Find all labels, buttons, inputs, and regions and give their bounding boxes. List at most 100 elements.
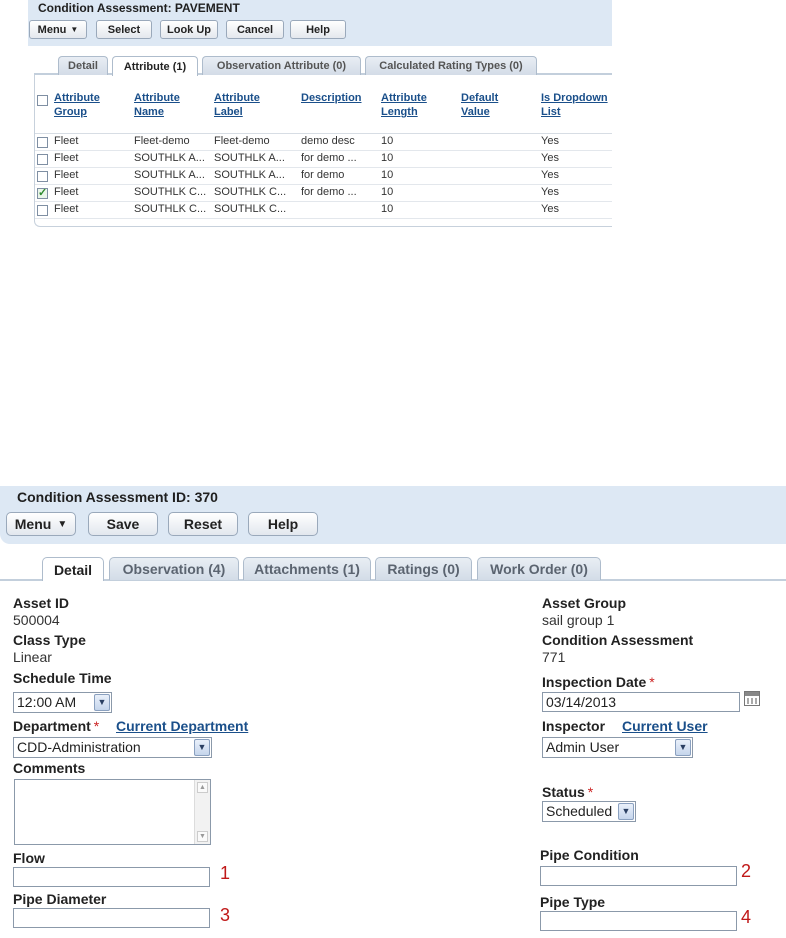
column-header-description[interactable]: Description: [301, 91, 362, 105]
schedule-time-select[interactable]: 12:00 AM ▼: [13, 692, 112, 713]
table-row[interactable]: Fleet Fleet-demo Fleet-demo demo desc 10…: [35, 134, 612, 151]
tab-attachments[interactable]: Attachments (1): [243, 557, 371, 580]
required-marker: *: [649, 674, 655, 690]
cell-name: SOUTHLK A...: [134, 152, 205, 164]
column-header-line: Description: [301, 92, 362, 104]
column-header-attribute-label[interactable]: Attribute Label: [214, 91, 260, 119]
tab-calculated-rating-types[interactable]: Calculated Rating Types (0): [365, 56, 537, 75]
column-header-default-value[interactable]: Default Value: [461, 91, 498, 119]
table-row[interactable]: Fleet SOUTHLK C... SOUTHLK C... 10 Yes: [35, 202, 612, 219]
tab-attribute[interactable]: Attribute (1): [112, 56, 198, 76]
tab-observation-attribute[interactable]: Observation Attribute (0): [202, 56, 361, 75]
inspection-date-input[interactable]: 03/14/2013: [542, 692, 740, 712]
cell-group: Fleet: [54, 135, 79, 147]
marker-1: 1: [220, 863, 231, 883]
department-value: CDD-Administration: [17, 739, 141, 755]
cell-name: SOUTHLK C...: [134, 203, 207, 215]
chevron-down-icon[interactable]: ▼: [194, 739, 210, 756]
table-row[interactable]: Fleet SOUTHLK A... SOUTHLK A... for demo…: [35, 151, 612, 168]
chevron-down-icon[interactable]: ▼: [675, 739, 691, 756]
column-header-attribute-length[interactable]: Attribute Length: [381, 91, 427, 119]
cancel-button[interactable]: Cancel: [226, 20, 284, 39]
inspector-value: Admin User: [546, 739, 620, 755]
select-all-checkbox[interactable]: [37, 95, 48, 106]
cell-name: Fleet-demo: [134, 135, 190, 147]
current-user-link[interactable]: Current User: [622, 718, 708, 734]
marker-3: 3: [220, 905, 231, 925]
cell-length: 10: [381, 152, 394, 164]
column-header-attribute-name[interactable]: Attribute Name: [134, 91, 180, 119]
required-marker: *: [93, 718, 100, 734]
save-button[interactable]: Save: [88, 512, 158, 536]
column-header-line: Length: [381, 106, 418, 118]
cell-dropdown: Yes: [541, 203, 559, 215]
column-header-line: Value: [461, 106, 490, 118]
column-header-attribute-group[interactable]: Attribute Group: [54, 91, 100, 119]
cell-description: for demo ...: [301, 186, 357, 198]
status-select[interactable]: Scheduled ▼: [542, 801, 636, 822]
chevron-down-icon[interactable]: ▼: [618, 803, 634, 820]
current-department-link[interactable]: Current Department: [116, 718, 248, 734]
chevron-down-icon[interactable]: ▼: [94, 694, 110, 711]
row-checkbox[interactable]: [37, 154, 48, 165]
condition-assessment-label: Condition Assessment: [542, 632, 694, 648]
asset-group-value: sail group 1: [542, 612, 615, 628]
table-row[interactable]: Fleet SOUTHLK A... SOUTHLK A... for demo…: [35, 168, 612, 185]
help-button[interactable]: Help: [248, 512, 318, 536]
caret-down-icon: ▼: [57, 518, 68, 530]
pipe-diameter-label: Pipe Diameter: [13, 891, 107, 907]
row-checkbox[interactable]: [37, 205, 48, 216]
schedule-time-label: Schedule Time: [13, 670, 112, 686]
inspector-label: Inspector: [542, 718, 606, 734]
marker-4: 4: [741, 907, 752, 927]
department-label: Department *: [13, 718, 99, 734]
comments-textarea[interactable]: ▲ ▼: [14, 779, 211, 845]
pipe-condition-input[interactable]: [540, 866, 737, 886]
column-header-is-dropdown-list[interactable]: Is Dropdown List: [541, 91, 608, 119]
tab-observation[interactable]: Observation (4): [109, 557, 239, 580]
column-header-line: Attribute: [54, 92, 100, 104]
inspection-date-label: Inspection Date *: [542, 674, 655, 690]
menu-label: Menu: [14, 516, 52, 532]
tab-work-order[interactable]: Work Order (0): [477, 557, 601, 580]
inspector-select[interactable]: Admin User ▼: [542, 737, 693, 758]
column-header-line: Is Dropdown: [541, 92, 608, 104]
column-header-line: Attribute: [214, 92, 260, 104]
cell-group: Fleet: [54, 186, 79, 198]
pipe-type-label: Pipe Type: [540, 894, 606, 910]
menu-button[interactable]: Menu ▼: [29, 20, 87, 39]
condition-assessment-value: 771: [542, 649, 566, 665]
reset-button[interactable]: Reset: [168, 512, 238, 536]
select-button[interactable]: Select: [96, 20, 152, 39]
cell-dropdown: Yes: [541, 186, 559, 198]
column-header-line: Attribute: [381, 92, 427, 104]
tab-ratings[interactable]: Ratings (0): [375, 557, 472, 580]
tab-detail[interactable]: Detail: [42, 557, 104, 581]
help-button[interactable]: Help: [290, 20, 346, 39]
pipe-diameter-input[interactable]: [13, 908, 210, 928]
tab-detail[interactable]: Detail: [58, 56, 108, 75]
scroll-up-icon[interactable]: ▲: [197, 782, 208, 793]
calendar-icon[interactable]: [744, 691, 760, 706]
lookup-button[interactable]: Look Up: [160, 20, 218, 39]
table-row[interactable]: Fleet SOUTHLK C... SOUTHLK C... for demo…: [35, 185, 612, 202]
cell-label: SOUTHLK C...: [214, 203, 287, 215]
cell-length: 10: [381, 203, 394, 215]
cell-description: for demo: [301, 169, 345, 181]
row-checkbox[interactable]: [37, 137, 48, 148]
scroll-down-icon[interactable]: ▼: [197, 831, 208, 842]
flow-input[interactable]: [13, 867, 210, 887]
pipe-type-input[interactable]: [540, 911, 737, 931]
cell-group: Fleet: [54, 203, 79, 215]
cell-dropdown: Yes: [541, 152, 559, 164]
cell-name: SOUTHLK C...: [134, 186, 207, 198]
row-checkbox[interactable]: [37, 186, 48, 199]
cell-dropdown: Yes: [541, 169, 559, 181]
department-label-text: Department: [13, 718, 91, 734]
menu-button[interactable]: Menu ▼: [6, 512, 76, 536]
class-type-value: Linear: [13, 649, 52, 665]
comments-label: Comments: [13, 760, 86, 776]
comments-scrollbar[interactable]: ▲ ▼: [194, 780, 210, 844]
row-checkbox[interactable]: [37, 171, 48, 182]
department-select[interactable]: CDD-Administration ▼: [13, 737, 212, 758]
